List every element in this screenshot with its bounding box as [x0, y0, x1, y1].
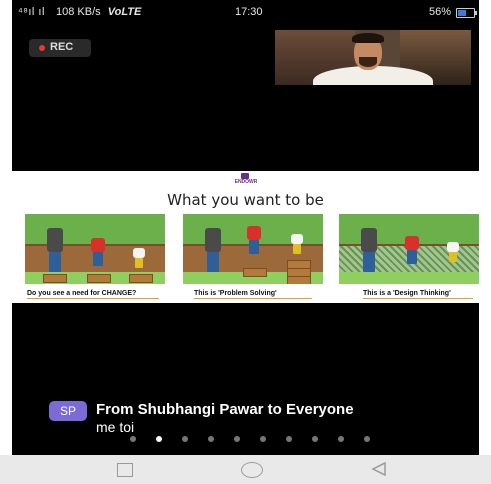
- battery-percent: 56%: [429, 6, 452, 18]
- caption-underline: [27, 298, 159, 299]
- illustration-panel-1: [25, 214, 165, 284]
- person-torso: [247, 226, 261, 240]
- person-legs: [207, 252, 219, 272]
- caption-underline: [363, 298, 473, 299]
- illustration-panel-2: [183, 214, 323, 284]
- person-torso: [405, 236, 419, 250]
- crate: [43, 274, 67, 283]
- participant-hair: [352, 33, 384, 43]
- page-dot[interactable]: [130, 436, 136, 442]
- person-legs: [49, 252, 61, 272]
- illustration-panel-3: [339, 214, 479, 284]
- slide-title: What you want to be: [167, 191, 324, 209]
- person-torso: [361, 228, 377, 252]
- page-dot[interactable]: [260, 436, 266, 442]
- person-legs: [293, 244, 301, 254]
- clock: 17:30: [235, 6, 263, 18]
- page-dot[interactable]: [234, 436, 240, 442]
- panel-ground: [339, 272, 479, 284]
- page-dot[interactable]: [182, 436, 188, 442]
- person-torso: [91, 238, 105, 252]
- meeting-screen: ⁴⁸ıl ıl 108 KB/s VoLTE 17:30 56% REC END…: [12, 0, 479, 484]
- person-torso: [291, 234, 303, 244]
- page-indicator[interactable]: [12, 434, 479, 444]
- battery-fill: [458, 10, 466, 16]
- page-dot[interactable]: [364, 436, 370, 442]
- recording-label: REC: [50, 41, 74, 53]
- page-dot[interactable]: [286, 436, 292, 442]
- person-torso: [447, 242, 459, 252]
- logo-text: ENDOWR: [234, 179, 258, 185]
- network-speed-value: 108 KB/s: [56, 6, 101, 18]
- home-icon[interactable]: [241, 462, 263, 478]
- person-legs: [93, 252, 103, 266]
- person-legs: [363, 252, 375, 272]
- recording-indicator[interactable]: REC: [29, 39, 91, 57]
- person-torso: [47, 228, 63, 252]
- crate: [287, 276, 311, 284]
- self-video-thumbnail[interactable]: [275, 30, 471, 85]
- recent-apps-icon[interactable]: [117, 463, 133, 477]
- person-torso: [133, 248, 145, 258]
- status-bar: ⁴⁸ıl ıl 108 KB/s VoLTE 17:30 56%: [12, 0, 479, 26]
- page-dot[interactable]: [338, 436, 344, 442]
- crate: [243, 268, 267, 277]
- battery-icon: [456, 8, 477, 18]
- signal-icon: ⁴⁸ıl ıl: [18, 6, 45, 18]
- android-nav-bar: [0, 455, 491, 484]
- record-dot-icon: [39, 45, 45, 51]
- person-legs: [135, 258, 143, 268]
- page-dot[interactable]: [312, 436, 318, 442]
- shared-screen-slide: ENDOWR What you want to be Do you see a …: [12, 171, 479, 303]
- crate: [87, 274, 111, 283]
- volte-label: VoLTE: [107, 6, 142, 18]
- person-legs: [249, 240, 259, 254]
- panel-2-caption: This is 'Problem Solving': [194, 290, 277, 297]
- chat-sender-line: From Shubhangi Pawar to Everyone: [96, 401, 354, 418]
- page-dot[interactable]: [208, 436, 214, 442]
- chat-message-text: me toi: [96, 419, 135, 435]
- slide-logo: ENDOWR: [231, 173, 261, 187]
- sender-avatar: SP: [49, 401, 87, 421]
- back-icon[interactable]: [371, 462, 387, 476]
- panel-1-caption: Do you see a need for CHANGE?: [27, 290, 137, 297]
- person-legs: [449, 252, 457, 262]
- participant-beard: [359, 57, 377, 67]
- network-speed: 108 KB/s VoLTE: [56, 6, 141, 18]
- chat-notification[interactable]: SP From Shubhangi Pawar to Everyone me t…: [49, 397, 469, 437]
- panel-3-caption: This is a 'Design Thinking': [363, 290, 451, 297]
- crate: [129, 274, 153, 283]
- person-legs: [407, 250, 417, 264]
- page-dot-active[interactable]: [156, 436, 162, 442]
- caption-underline: [194, 298, 312, 299]
- person-torso: [205, 228, 221, 252]
